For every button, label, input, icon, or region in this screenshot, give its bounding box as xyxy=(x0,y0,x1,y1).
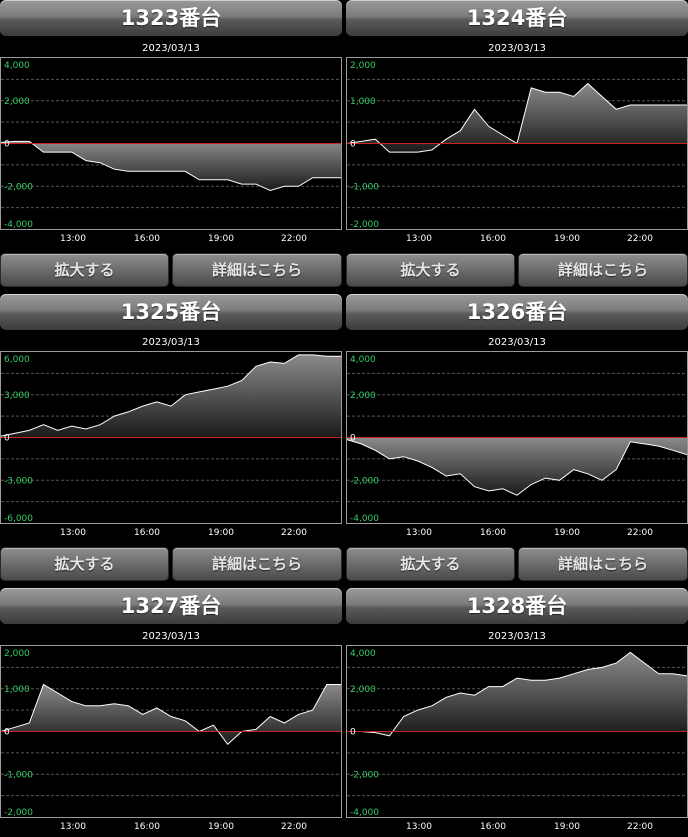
y-tick-label: -2,000 xyxy=(350,476,379,486)
x-tick-label: 22:00 xyxy=(281,528,307,538)
machine-title[interactable]: 1325番台 xyxy=(0,294,342,330)
x-tick-label: 13:00 xyxy=(406,822,432,832)
slump-graph: 4,000 2,000 0 -2,000 -4,000 13:00 16:00 19:00 22… xyxy=(346,351,688,538)
x-tick-label: 16:00 xyxy=(134,822,160,832)
machine-panel: 1327番台 2023/03/13 2,000 1,000 0 -1,000 -2,000 1… xyxy=(0,588,342,832)
y-tick-label: 2,000 xyxy=(350,391,376,401)
y-tick-label: 1,000 xyxy=(4,685,30,695)
details-button[interactable]: 詳細はこちら xyxy=(172,547,342,581)
machine-panel: 1325番台 2023/03/13 6,000 3,000 0 -3,000 -6,000 1… xyxy=(0,294,342,584)
zoom-button[interactable]: 拡大する xyxy=(0,547,169,581)
y-tick-label: -4,000 xyxy=(4,220,33,230)
machine-panel: 1323番台 2023/03/13 4,000 2,000 0 -2,000 -4,000 1… xyxy=(0,0,342,290)
y-tick-label: 0 xyxy=(350,140,356,150)
x-tick-label: 22:00 xyxy=(627,234,653,244)
y-tick-label: -2,000 xyxy=(350,220,379,230)
chart-date: 2023/03/13 xyxy=(488,43,546,54)
x-tick-label: 22:00 xyxy=(627,822,653,832)
x-tick-label: 16:00 xyxy=(480,528,506,538)
y-tick-label: -4,000 xyxy=(350,808,379,818)
x-tick-label: 19:00 xyxy=(208,528,234,538)
x-tick-label: 16:00 xyxy=(134,234,160,244)
x-tick-label: 16:00 xyxy=(480,822,506,832)
x-tick-label: 22:00 xyxy=(281,234,307,244)
x-tick-label: 19:00 xyxy=(208,822,234,832)
chart-date: 2023/03/13 xyxy=(488,337,546,348)
y-tick-label: 4,000 xyxy=(350,649,376,659)
x-tick-label: 19:00 xyxy=(554,528,580,538)
details-button[interactable]: 詳細はこちら xyxy=(518,547,688,581)
y-tick-label: 0 xyxy=(4,434,10,444)
machine-panel: 1324番台 2023/03/13 2,000 1,000 0 -1,000 -2,000 1… xyxy=(346,0,688,290)
y-tick-label: 0 xyxy=(350,728,356,738)
y-tick-label: 0 xyxy=(4,728,10,738)
machine-title[interactable]: 1326番台 xyxy=(346,294,688,330)
y-tick-label: 4,000 xyxy=(350,355,376,365)
slump-graph: 6,000 3,000 0 -3,000 -6,000 13:00 16:00 19:00 22… xyxy=(0,351,342,538)
chart-date: 2023/03/13 xyxy=(488,631,546,642)
y-tick-label: 1,000 xyxy=(350,97,376,107)
slump-graph: 4,000 2,000 0 -2,000 -4,000 13:00 16:00 19:00 22… xyxy=(346,645,688,832)
y-tick-label: 3,000 xyxy=(4,391,30,401)
y-tick-label: 2,000 xyxy=(4,97,30,107)
zoom-button[interactable]: 拡大する xyxy=(346,253,515,287)
x-tick-label: 19:00 xyxy=(208,234,234,244)
machine-title[interactable]: 1324番台 xyxy=(346,0,688,36)
y-tick-label: -1,000 xyxy=(4,770,33,780)
x-tick-label: 19:00 xyxy=(554,822,580,832)
chart-date: 2023/03/13 xyxy=(142,631,200,642)
machine-panel: 1326番台 2023/03/13 4,000 2,000 0 -2,000 -4,000 1… xyxy=(346,294,688,584)
x-tick-label: 13:00 xyxy=(60,528,86,538)
y-tick-label: 0 xyxy=(350,434,356,444)
y-tick-label: -3,000 xyxy=(4,476,33,486)
x-tick-label: 22:00 xyxy=(627,528,653,538)
y-tick-label: 2,000 xyxy=(350,61,376,71)
y-tick-label: -1,000 xyxy=(350,182,379,192)
zoom-button[interactable]: 拡大する xyxy=(346,547,515,581)
x-tick-label: 16:00 xyxy=(134,528,160,538)
machine-title[interactable]: 1327番台 xyxy=(0,588,342,624)
y-tick-label: 2,000 xyxy=(4,649,30,659)
y-tick-label: 0 xyxy=(4,140,10,150)
x-tick-label: 13:00 xyxy=(406,528,432,538)
machine-panel: 1328番台 2023/03/13 4,000 2,000 0 -2,000 -4,000 1… xyxy=(346,588,688,832)
slump-graph: 2,000 1,000 0 -1,000 -2,000 13:00 16:00 19:00 22… xyxy=(0,645,342,832)
x-tick-label: 13:00 xyxy=(406,234,432,244)
x-tick-label: 13:00 xyxy=(60,234,86,244)
x-tick-label: 22:00 xyxy=(281,822,307,832)
y-tick-label: -2,000 xyxy=(4,182,33,192)
y-tick-label: 2,000 xyxy=(350,685,376,695)
y-tick-label: -2,000 xyxy=(350,770,379,780)
x-tick-label: 13:00 xyxy=(60,822,86,832)
machine-title[interactable]: 1323番台 xyxy=(0,0,342,36)
slump-graph: 4,000 2,000 0 -2,000 -4,000 13:00 16:00 19:00 22… xyxy=(0,57,342,244)
y-tick-label: -2,000 xyxy=(4,808,33,818)
x-tick-label: 16:00 xyxy=(480,234,506,244)
y-tick-label: 6,000 xyxy=(4,355,30,365)
y-tick-label: -6,000 xyxy=(4,514,33,524)
zoom-button[interactable]: 拡大する xyxy=(0,253,169,287)
details-button[interactable]: 詳細はこちら xyxy=(518,253,688,287)
x-tick-label: 19:00 xyxy=(554,234,580,244)
y-tick-label: -4,000 xyxy=(350,514,379,524)
details-button[interactable]: 詳細はこちら xyxy=(172,253,342,287)
machine-title[interactable]: 1328番台 xyxy=(346,588,688,624)
chart-date: 2023/03/13 xyxy=(142,43,200,54)
chart-date: 2023/03/13 xyxy=(142,337,200,348)
y-tick-label: 4,000 xyxy=(4,61,30,71)
slump-graph: 2,000 1,000 0 -1,000 -2,000 13:00 16:00 19:00 22… xyxy=(346,57,688,244)
